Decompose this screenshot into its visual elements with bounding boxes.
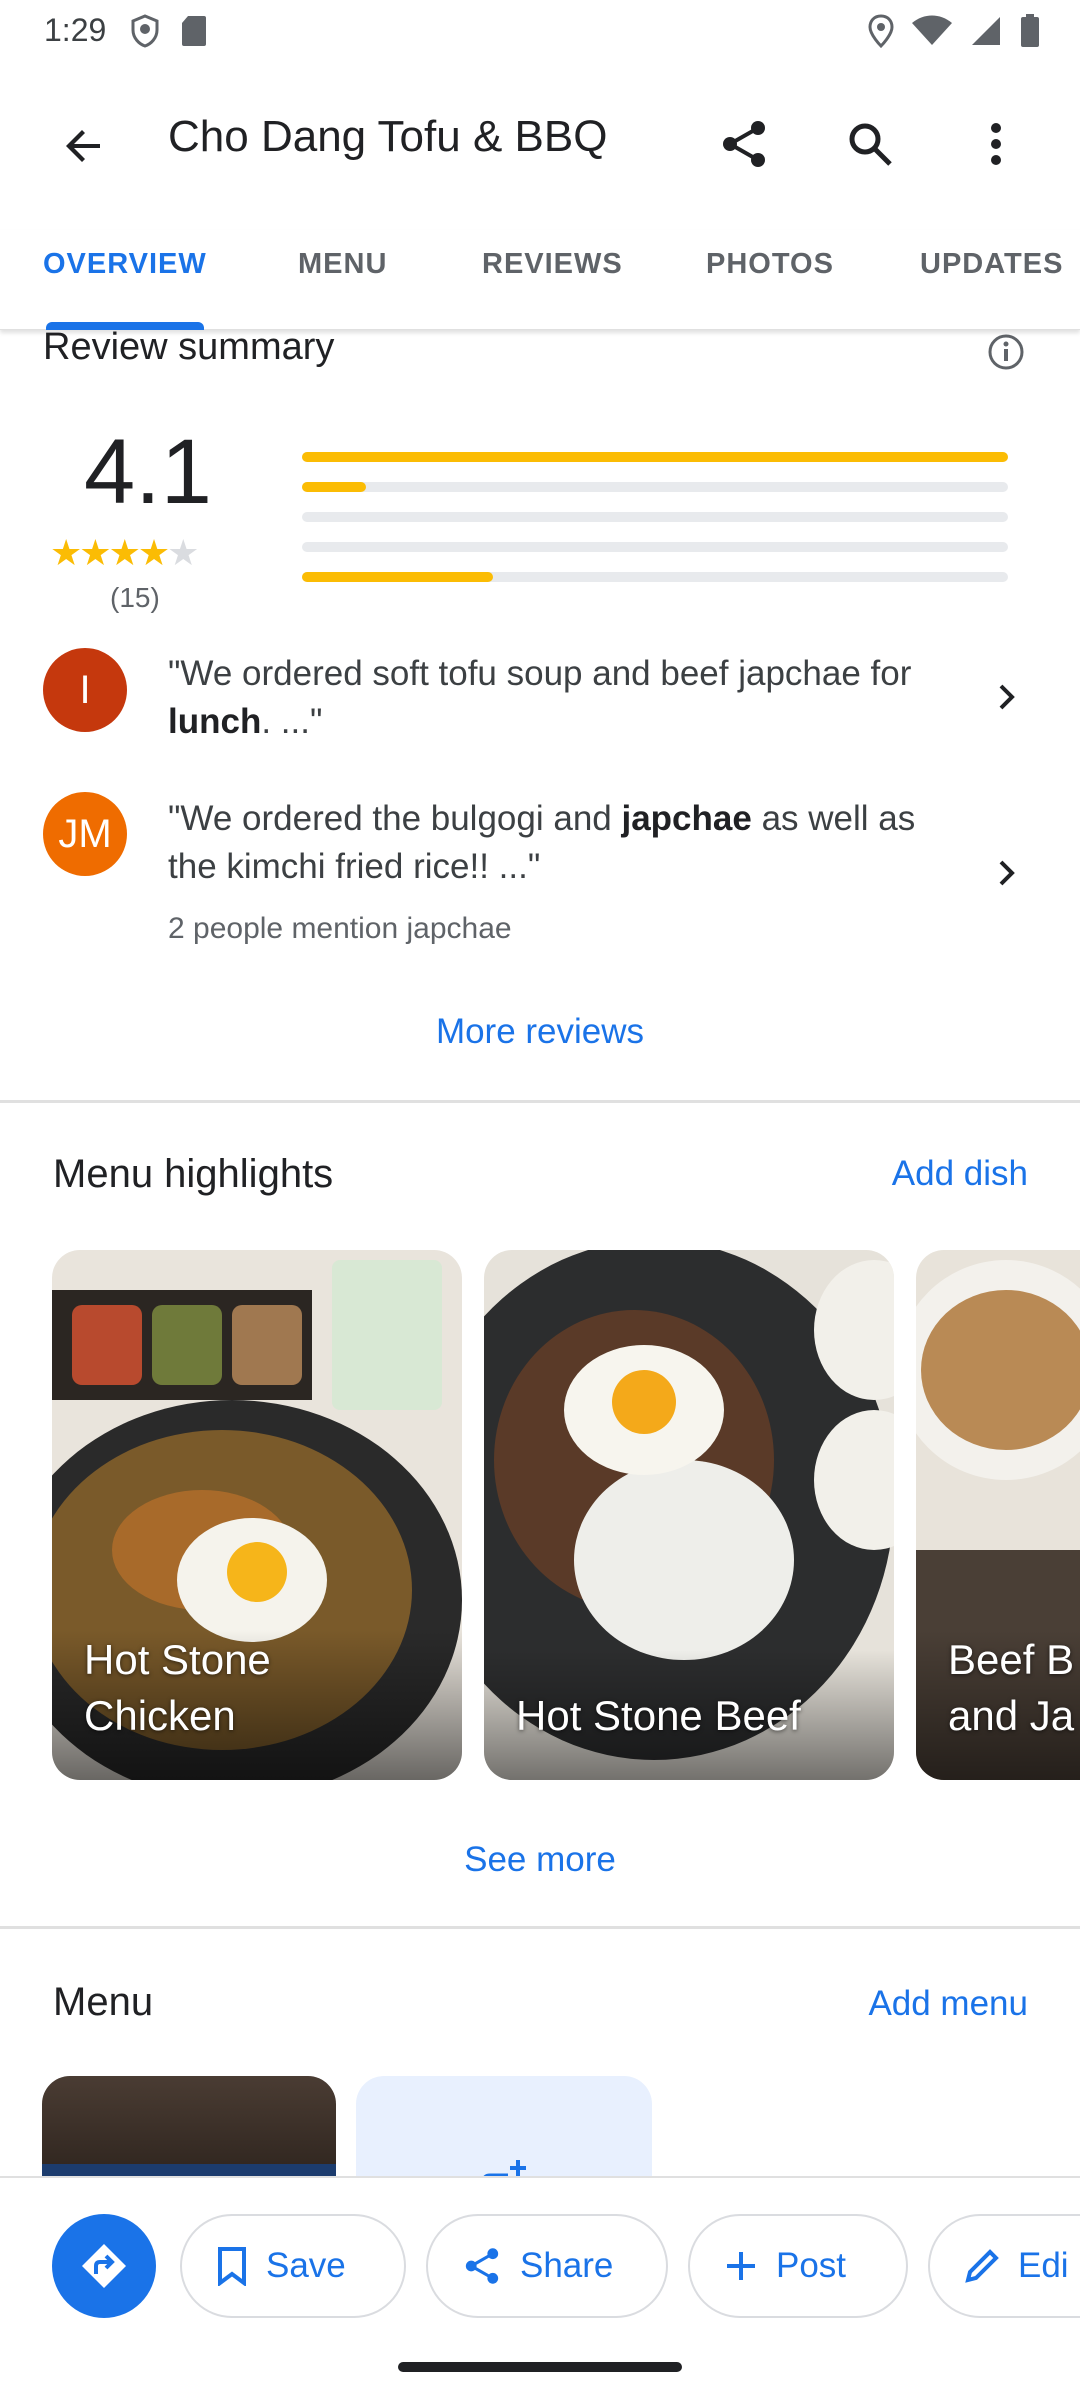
dish-name-line1: Hot Stone [84, 1636, 271, 1683]
arrow-back-icon [66, 130, 100, 162]
directions-icon [82, 2244, 126, 2288]
tab-updates[interactable]: UPDATES [920, 248, 1063, 281]
home-indicator[interactable] [398, 2362, 682, 2372]
dish-name: Hot Stone Beef [516, 1688, 801, 1744]
signal-icon [972, 17, 1000, 45]
more-reviews-button[interactable]: More reviews [0, 1012, 1080, 1052]
share-label: Share [520, 2246, 614, 2285]
tab-indicator [46, 322, 204, 330]
sd-card-icon [182, 16, 206, 46]
rating-value: 4.1 [84, 421, 212, 523]
snippet-text-end: . ..." [261, 702, 323, 741]
more-options-button[interactable] [958, 106, 1034, 182]
rating-bar-4 [302, 482, 1008, 492]
menu-highlights-title: Menu highlights [53, 1152, 334, 1196]
wifi-icon [912, 15, 952, 45]
battery-icon [1021, 14, 1039, 47]
bookmark-icon [218, 2247, 246, 2286]
save-label: Save [266, 2246, 346, 2285]
status-bar: 1:29 [0, 0, 1080, 66]
tab-overview[interactable]: OVERVIEW [43, 248, 207, 281]
rating-bar-3 [302, 512, 1008, 522]
mention-count: 2 people mention japchae [168, 912, 512, 945]
more-vert-icon [991, 123, 1001, 165]
menu-title: Menu [53, 1980, 154, 2024]
search-button[interactable] [832, 106, 908, 182]
dish-name-line: Hot Stone Beef [516, 1692, 801, 1739]
pencil-icon [965, 2249, 999, 2283]
post-label: Post [776, 2246, 847, 2285]
star-filled-icon: ★ [108, 532, 141, 573]
avatar[interactable]: JM [43, 792, 127, 876]
star-empty-icon: ★ [167, 532, 199, 573]
directions-button[interactable] [52, 2214, 156, 2318]
dish-card-hot-stone-beef[interactable]: Hot Stone Beef [484, 1250, 894, 1780]
snippet-keyword: japchae [621, 799, 752, 838]
rating-count[interactable]: (15) [110, 582, 160, 614]
share-button[interactable] [706, 106, 782, 182]
review-snippet[interactable]: "We ordered the bulgogi and japchae as w… [168, 795, 948, 891]
edit-button[interactable]: Edi [928, 2214, 1080, 2318]
status-left-icons [130, 14, 208, 48]
menu-photo-strip [42, 2164, 336, 2176]
avatar-initial: I [79, 667, 91, 712]
rating-bar-5 [302, 452, 1008, 462]
plus-icon [727, 2252, 755, 2280]
dish-name-line1: Beef B [948, 1636, 1075, 1683]
app-bar: Cho Dang Tofu & BBQ [0, 66, 1080, 206]
rating-bar-1 [302, 572, 1008, 582]
review-summary-title: Review summary [43, 326, 335, 368]
avatar-initial: JM [58, 811, 112, 856]
status-time: 1:29 [44, 12, 107, 48]
tab-photos[interactable]: PHOTOS [706, 248, 834, 281]
review-snippet[interactable]: "We ordered soft tofu soup and beef japc… [168, 650, 948, 746]
dish-name-line2: and Ja [948, 1692, 1075, 1739]
dish-name: Hot Stone Chicken [84, 1632, 271, 1744]
rating-bar-fill [302, 482, 366, 492]
star-filled-icon: ★ [79, 532, 111, 573]
add-menu-button[interactable]: Add menu [868, 1984, 1028, 2024]
save-button[interactable]: Save [180, 2214, 406, 2318]
dish-card-beef-japchae[interactable]: Beef B and Ja [916, 1250, 1080, 1780]
rating-stars: ★★★★★ [50, 532, 199, 574]
see-more-button[interactable]: See more [0, 1840, 1080, 1880]
location-icon [868, 14, 894, 48]
snippet-text: "We ordered soft tofu soup and beef japc… [168, 654, 912, 693]
share-icon [723, 121, 765, 167]
info-icon[interactable] [986, 332, 1026, 372]
shield-icon [131, 14, 159, 48]
chevron-right-icon[interactable] [990, 856, 1024, 890]
status-right-icons [868, 14, 1040, 48]
snippet-text: "We ordered the bulgogi and [168, 799, 622, 838]
rating-bar-fill [302, 452, 1008, 462]
edit-label: Edi [1018, 2246, 1069, 2285]
post-button[interactable]: Post [688, 2214, 908, 2318]
avatar[interactable]: I [43, 648, 127, 732]
snippet-keyword: lunch [168, 702, 262, 741]
tab-bar: OVERVIEW MENU REVIEWS PHOTOS UPDATES [0, 230, 1080, 330]
add-dish-button[interactable]: Add dish [892, 1154, 1028, 1194]
share-chip-button[interactable]: Share [426, 2214, 668, 2318]
rating-bar-fill [302, 572, 493, 582]
share-icon [465, 2248, 499, 2284]
chevron-right-icon[interactable] [990, 680, 1024, 714]
star-filled-icon: ★ [137, 532, 170, 573]
search-icon [849, 123, 892, 166]
star-filled-icon: ★ [50, 532, 82, 573]
dish-card-hot-stone-chicken[interactable]: Hot Stone Chicken [52, 1250, 462, 1780]
dish-name: Beef B and Ja [948, 1632, 1074, 1744]
tab-menu[interactable]: MENU [298, 248, 387, 281]
tab-reviews[interactable]: REVIEWS [482, 248, 623, 281]
section-divider [0, 1100, 1080, 1103]
rating-bar-2 [302, 542, 1008, 552]
back-button[interactable] [48, 110, 120, 182]
section-divider [0, 1926, 1080, 1929]
dish-name-line2: Chicken [84, 1692, 236, 1739]
page-title: Cho Dang Tofu & BBQ [168, 112, 608, 161]
